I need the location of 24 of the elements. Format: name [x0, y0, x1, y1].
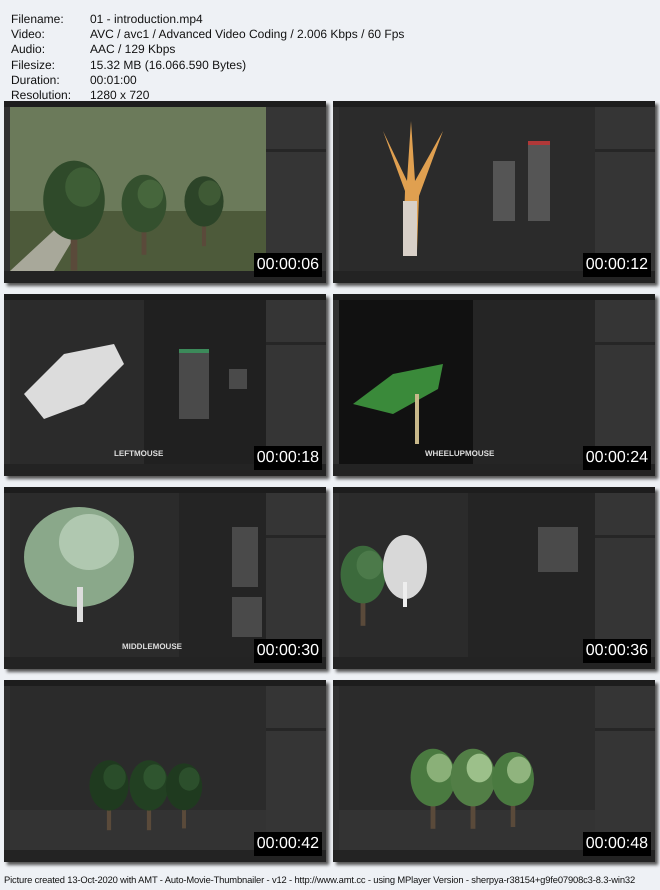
- info-value: 01 - introduction.mp4: [90, 12, 204, 28]
- info-value: 00:01:00: [90, 72, 138, 88]
- key-hint: LEFTMOUSE: [114, 449, 164, 458]
- key-hint: MIDDLEMOUSE: [122, 642, 182, 651]
- timestamp: 00:00:48: [582, 832, 651, 856]
- info-value: 1280 x 720: [90, 88, 150, 104]
- timestamp: 00:00:24: [582, 446, 651, 470]
- timestamp: 00:00:18: [254, 446, 322, 470]
- info-label: Duration:: [11, 72, 61, 88]
- info-value: AAC / 129 Kbps: [90, 42, 176, 58]
- footer-text: Picture created 13-Oct-2020 with AMT - Auto-Movie-Thumbnailer - v12 - http://www.amt.cc - using MPlayer Version - sherpya-r38154+g9fe07908c3-8.3-win32: [3, 873, 636, 885]
- info-value: AVC / avc1 / Advanced Video Coding / 2.006 Kbps / 60 Fps: [90, 27, 404, 42]
- timestamp: 00:00:36: [582, 639, 651, 663]
- timestamp: 00:00:12: [582, 253, 651, 277]
- info-value: 15.32 MB (16.066.590 Bytes): [90, 58, 248, 73]
- timestamp: 00:00:30: [254, 639, 322, 663]
- info-label: Filename:: [11, 12, 65, 28]
- info-label: Filesize:: [11, 58, 56, 73]
- info-label: Resolution:: [11, 88, 72, 104]
- info-label: Audio:: [11, 42, 46, 58]
- info-label: Video:: [11, 27, 46, 42]
- timestamp: 00:00:06: [254, 253, 322, 277]
- key-hint: WHEELUPMOUSE: [425, 449, 494, 458]
- timestamp: 00:00:42: [254, 832, 322, 856]
